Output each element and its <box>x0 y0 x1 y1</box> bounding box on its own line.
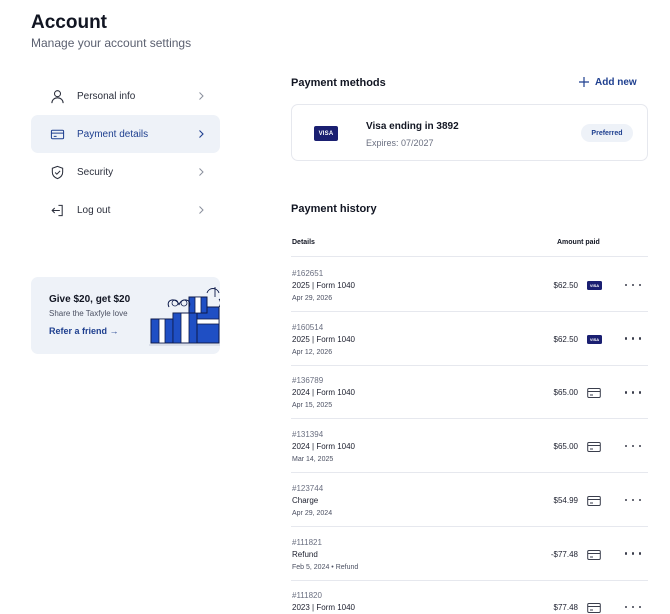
payment-amount: $65.00 <box>553 442 578 452</box>
chevron-right-icon <box>199 92 204 100</box>
promo-subtitle: Share the Taxfyle love <box>49 309 128 318</box>
more-options-icon[interactable] <box>625 601 641 613</box>
sidebar-item-label: Payment details <box>77 128 149 140</box>
credit-card-icon <box>587 494 601 506</box>
payment-date: Feb 5, 2024 • Refund <box>292 563 359 571</box>
table-row[interactable]: #136789 2024 | Form 1040 Apr 15, 2025 $65.0… <box>291 365 648 420</box>
chevron-right-icon <box>199 206 204 214</box>
credit-card-icon <box>587 601 601 614</box>
table-row[interactable]: #131394 2024 | Form 1040 Mar 14, 2025 $65.0… <box>291 419 648 474</box>
plus-icon <box>579 77 589 87</box>
page-subtitle: Manage your account settings <box>31 36 192 50</box>
credit-card-icon <box>587 548 601 560</box>
payment-id: #131394 <box>292 430 324 440</box>
more-options-icon[interactable] <box>625 440 641 452</box>
payment-description: 2023 | Form 1040 <box>292 603 356 613</box>
credit-card-icon <box>587 440 601 453</box>
sidebar-item-personal-info[interactable]: Personal info <box>31 77 220 115</box>
refer-a-friend-link[interactable]: Refer a friend → <box>49 326 119 336</box>
more-options-icon[interactable] <box>625 279 641 291</box>
credit-card-icon <box>587 386 601 399</box>
table-row[interactable]: #123744 Charge Apr 29, 2024 $54.99 <box>291 473 648 527</box>
payment-date: Apr 29, 2024 <box>292 509 333 517</box>
payment-amount: $77.48 <box>553 603 578 613</box>
payment-id: #136789 <box>292 376 324 386</box>
sidebar-item-label: Log out <box>77 204 111 216</box>
referral-promo-card: Give $20, get $20 Share the Taxfyle love… <box>31 277 220 354</box>
credit-card-icon <box>49 126 65 142</box>
more-options-icon[interactable] <box>625 333 641 345</box>
visa-logo-icon: VISA <box>587 334 602 344</box>
payment-id: #111821 <box>292 537 322 547</box>
payment-description: 2024 | Form 1040 <box>292 388 356 398</box>
payment-description: 2024 | Form 1040 <box>292 442 356 452</box>
payment-date: Apr 15, 2025 <box>292 402 333 410</box>
saved-card[interactable]: VISA Visa ending in 3892 Expires: 07/202… <box>291 104 648 161</box>
payment-description: Refund <box>292 549 318 559</box>
payment-date: Apr 29, 2026 <box>292 295 333 302</box>
sidebar-item-label: Security <box>77 166 114 178</box>
payment-amount: $62.50 <box>553 281 578 290</box>
promo-title: Give $20, get $20 <box>49 294 131 305</box>
payment-amount: $65.00 <box>553 388 578 398</box>
shield-icon <box>49 164 65 180</box>
card-expiry: Expires: 07/2027 <box>366 138 434 148</box>
payment-date: Apr 12, 2026 <box>292 348 333 356</box>
visa-logo-icon: VISA <box>587 281 602 290</box>
column-header-amount: Amount paid <box>557 239 600 246</box>
payment-id: #160514 <box>292 322 324 332</box>
table-row[interactable]: #111820 2023 | Form 1040 $77.48 <box>291 580 648 614</box>
payment-id: #123744 <box>292 483 324 493</box>
more-options-icon[interactable] <box>625 494 641 506</box>
sidebar-item-label: Personal info <box>77 90 136 102</box>
gift-boxes-illustration <box>149 287 220 346</box>
payment-amount: $62.50 <box>553 334 578 344</box>
table-row[interactable]: #160514 2025 | Form 1040 Apr 12, 2026 $62.5… <box>291 312 648 366</box>
sidebar-item-payment-details[interactable]: Payment details <box>31 115 220 153</box>
payment-description: 2025 | Form 1040 <box>292 281 356 290</box>
payment-date: Mar 14, 2025 <box>292 456 334 464</box>
column-header-details: Details <box>292 239 315 246</box>
user-icon <box>49 88 65 104</box>
add-new-label: Add new <box>595 76 637 88</box>
chevron-right-icon <box>199 168 204 176</box>
payment-id: #111820 <box>292 591 322 601</box>
payment-description: Charge <box>292 495 319 505</box>
payment-id: #162651 <box>292 269 324 278</box>
table-row[interactable]: #111821 Refund Feb 5, 2024 • Refund -$77.48 <box>291 527 648 581</box>
payment-history-title: Payment history <box>291 203 377 215</box>
visa-logo-icon: VISA <box>314 126 338 141</box>
logout-icon <box>49 202 65 218</box>
chevron-right-icon <box>199 130 204 138</box>
sidebar: Personal info Payment details Security L… <box>31 77 220 229</box>
history-table-header: Details Amount paid <box>291 239 648 257</box>
page-title: Account <box>31 12 107 33</box>
table-row[interactable]: #162651 2025 | Form 1040 Apr 29, 2026 $62.5… <box>291 258 648 312</box>
payment-amount: -$77.48 <box>550 549 578 559</box>
card-name: Visa ending in 3892 <box>366 121 459 132</box>
more-options-icon[interactable] <box>625 386 641 398</box>
sidebar-item-log-out[interactable]: Log out <box>31 191 220 229</box>
payment-description: 2025 | Form 1040 <box>292 334 356 344</box>
preferred-badge: Preferred <box>581 124 633 142</box>
payment-methods-title: Payment methods <box>291 77 386 89</box>
add-payment-method-button[interactable]: Add new <box>578 76 637 88</box>
payment-amount: $54.99 <box>553 495 578 505</box>
sidebar-item-security[interactable]: Security <box>31 153 220 191</box>
more-options-icon[interactable] <box>625 548 641 560</box>
